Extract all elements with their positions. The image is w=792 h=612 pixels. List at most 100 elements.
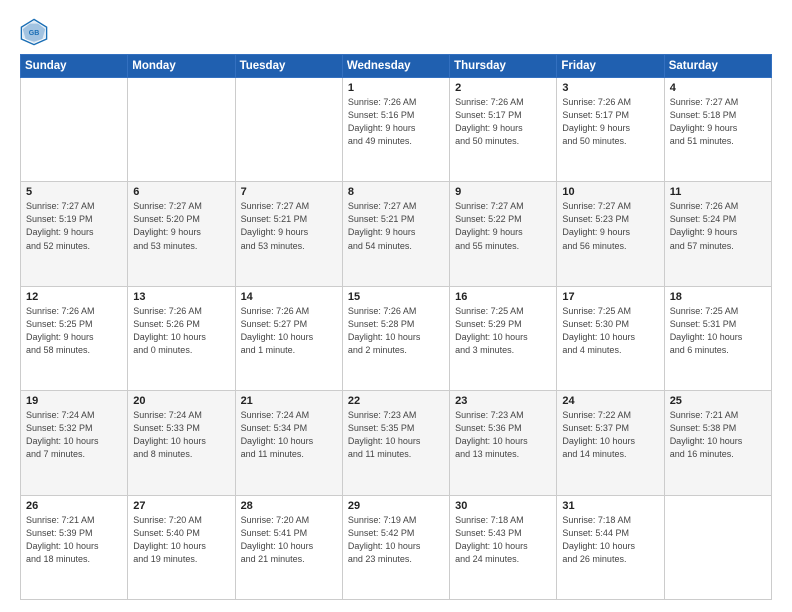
calendar-cell: 9Sunrise: 7:27 AM Sunset: 5:22 PM Daylig… — [450, 182, 557, 286]
calendar-cell: 18 Sunrise: 7:25 AM Sunset: 5:31 PM Dayli… — [664, 286, 771, 390]
day-info: Sunrise: 7:27 AM Sunset: 5:21 PM Dayligh… — [241, 200, 337, 252]
day-info: Sunrise: 7:23 AM Sunset: 5:35 PM Dayligh… — [348, 409, 444, 461]
day-number: 5 — [26, 186, 122, 198]
svg-text:GB: GB — [29, 30, 40, 37]
day-number: 2 — [455, 82, 551, 94]
calendar-cell — [128, 78, 235, 182]
day-number: 3 — [562, 82, 658, 94]
weekday-header-saturday: Saturday — [664, 55, 771, 78]
weekday-header-wednesday: Wednesday — [342, 55, 449, 78]
day-number: 26 — [26, 500, 122, 512]
day-number: 29 — [348, 500, 444, 512]
day-info: Sunrise: 7:27 AM Sunset: 5:19 PM Dayligh… — [26, 200, 122, 252]
calendar-cell: 17 Sunrise: 7:25 AM Sunset: 5:30 PM Dayli… — [557, 286, 664, 390]
day-number: 22 — [348, 395, 444, 407]
calendar-cell: 31 Sunrise: 7:18 AM Sunset: 5:44 PM Dayli… — [557, 495, 664, 599]
day-info: Sunrise: 7:27 AM Sunset: 5:22 PM Dayligh… — [455, 200, 551, 252]
day-info: Sunrise: 7:25 AM Sunset: 5:31 PM Dayligh… — [670, 305, 766, 357]
day-number: 8 — [348, 186, 444, 198]
day-info: Sunrise: 7:18 AM Sunset: 5:44 PM Dayligh… — [562, 514, 658, 566]
weekday-header-monday: Monday — [128, 55, 235, 78]
calendar-cell: 8 Sunrise: 7:27 AM Sunset: 5:21 PM Daylig… — [342, 182, 449, 286]
calendar-cell: 26 Sunrise: 7:21 AM Sunset: 5:39 PM Dayli… — [21, 495, 128, 599]
day-info: Sunrise: 7:18 AM Sunset: 5:43 PM Dayligh… — [455, 514, 551, 566]
calendar-cell: 10 Sunrise: 7:27 AM Sunset: 5:23 PM Dayli… — [557, 182, 664, 286]
calendar-cell: 30 Sunrise: 7:18 AM Sunset: 5:43 PM Dayli… — [450, 495, 557, 599]
calendar-cell: 13 Sunrise: 7:26 AM Sunset: 5:26 PM Dayli… — [128, 286, 235, 390]
day-info: Sunrise: 7:25 AM Sunset: 5:30 PM Dayligh… — [562, 305, 658, 357]
calendar-week-2: 5 Sunrise: 7:27 AM Sunset: 5:19 PM Daylig… — [21, 182, 772, 286]
day-number: 7 — [241, 186, 337, 198]
day-number: 25 — [670, 395, 766, 407]
day-info: Sunrise: 7:19 AM Sunset: 5:42 PM Dayligh… — [348, 514, 444, 566]
calendar-cell: 14Sunrise: 7:26 AM Sunset: 5:27 PM Dayli… — [235, 286, 342, 390]
calendar-cell: 3 Sunrise: 7:26 AM Sunset: 5:17 PM Daylig… — [557, 78, 664, 182]
day-number: 13 — [133, 291, 229, 303]
day-info: Sunrise: 7:21 AM Sunset: 5:39 PM Dayligh… — [26, 514, 122, 566]
day-number: 12 — [26, 291, 122, 303]
day-number: 14 — [241, 291, 337, 303]
calendar-cell: 6 Sunrise: 7:27 AM Sunset: 5:20 PM Daylig… — [128, 182, 235, 286]
weekday-header-thursday: Thursday — [450, 55, 557, 78]
weekday-header-sunday: Sunday — [21, 55, 128, 78]
day-info: Sunrise: 7:26 AM Sunset: 5:25 PM Dayligh… — [26, 305, 122, 357]
calendar-table: SundayMondayTuesdayWednesdayThursdayFrid… — [20, 54, 772, 600]
calendar-cell: 24Sunrise: 7:22 AM Sunset: 5:37 PM Dayli… — [557, 391, 664, 495]
day-info: Sunrise: 7:26 AM Sunset: 5:28 PM Dayligh… — [348, 305, 444, 357]
calendar-week-1: 1 Sunrise: 7:26 AM Sunset: 5:16 PM Daylig… — [21, 78, 772, 182]
day-number: 30 — [455, 500, 551, 512]
day-info: Sunrise: 7:27 AM Sunset: 5:23 PM Dayligh… — [562, 200, 658, 252]
day-info: Sunrise: 7:24 AM Sunset: 5:32 PM Dayligh… — [26, 409, 122, 461]
calendar-header-row: SundayMondayTuesdayWednesdayThursdayFrid… — [21, 55, 772, 78]
day-number: 31 — [562, 500, 658, 512]
day-number: 21 — [241, 395, 337, 407]
day-number: 15 — [348, 291, 444, 303]
day-info: Sunrise: 7:20 AM Sunset: 5:40 PM Dayligh… — [133, 514, 229, 566]
day-info: Sunrise: 7:27 AM Sunset: 5:18 PM Dayligh… — [670, 96, 766, 148]
day-number: 20 — [133, 395, 229, 407]
header: GB — [20, 18, 772, 46]
calendar-cell: 2Sunrise: 7:26 AM Sunset: 5:17 PM Daylig… — [450, 78, 557, 182]
day-number: 16 — [455, 291, 551, 303]
calendar-cell: 5 Sunrise: 7:27 AM Sunset: 5:19 PM Daylig… — [21, 182, 128, 286]
day-number: 10 — [562, 186, 658, 198]
calendar-cell: 28Sunrise: 7:20 AM Sunset: 5:41 PM Dayli… — [235, 495, 342, 599]
calendar-cell: 27 Sunrise: 7:20 AM Sunset: 5:40 PM Dayli… — [128, 495, 235, 599]
day-number: 23 — [455, 395, 551, 407]
day-number: 1 — [348, 82, 444, 94]
day-info: Sunrise: 7:26 AM Sunset: 5:24 PM Dayligh… — [670, 200, 766, 252]
day-info: Sunrise: 7:25 AM Sunset: 5:29 PM Dayligh… — [455, 305, 551, 357]
day-info: Sunrise: 7:27 AM Sunset: 5:21 PM Dayligh… — [348, 200, 444, 252]
day-info: Sunrise: 7:26 AM Sunset: 5:16 PM Dayligh… — [348, 96, 444, 148]
day-number: 6 — [133, 186, 229, 198]
day-number: 18 — [670, 291, 766, 303]
calendar-cell: 15 Sunrise: 7:26 AM Sunset: 5:28 PM Dayli… — [342, 286, 449, 390]
day-number: 24 — [562, 395, 658, 407]
day-number: 19 — [26, 395, 122, 407]
day-info: Sunrise: 7:23 AM Sunset: 5:36 PM Dayligh… — [455, 409, 551, 461]
weekday-header-friday: Friday — [557, 55, 664, 78]
calendar-week-3: 12 Sunrise: 7:26 AM Sunset: 5:25 PM Dayli… — [21, 286, 772, 390]
day-info: Sunrise: 7:24 AM Sunset: 5:34 PM Dayligh… — [241, 409, 337, 461]
day-number: 27 — [133, 500, 229, 512]
calendar-cell: 4Sunrise: 7:27 AM Sunset: 5:18 PM Daylig… — [664, 78, 771, 182]
day-info: Sunrise: 7:26 AM Sunset: 5:26 PM Dayligh… — [133, 305, 229, 357]
calendar-cell: 25 Sunrise: 7:21 AM Sunset: 5:38 PM Dayli… — [664, 391, 771, 495]
day-number: 17 — [562, 291, 658, 303]
calendar-cell: 29 Sunrise: 7:19 AM Sunset: 5:42 PM Dayli… — [342, 495, 449, 599]
calendar-week-4: 19 Sunrise: 7:24 AM Sunset: 5:32 PM Dayli… — [21, 391, 772, 495]
day-info: Sunrise: 7:24 AM Sunset: 5:33 PM Dayligh… — [133, 409, 229, 461]
logo: GB — [20, 18, 52, 46]
day-number: 28 — [241, 500, 337, 512]
calendar-cell — [664, 495, 771, 599]
logo-icon: GB — [20, 18, 48, 46]
day-info: Sunrise: 7:26 AM Sunset: 5:17 PM Dayligh… — [562, 96, 658, 148]
day-info: Sunrise: 7:27 AM Sunset: 5:20 PM Dayligh… — [133, 200, 229, 252]
day-info: Sunrise: 7:21 AM Sunset: 5:38 PM Dayligh… — [670, 409, 766, 461]
calendar-cell: 19 Sunrise: 7:24 AM Sunset: 5:32 PM Dayli… — [21, 391, 128, 495]
calendar-cell — [235, 78, 342, 182]
calendar-week-5: 26 Sunrise: 7:21 AM Sunset: 5:39 PM Dayli… — [21, 495, 772, 599]
calendar-cell: 22 Sunrise: 7:23 AM Sunset: 5:35 PM Dayli… — [342, 391, 449, 495]
day-number: 11 — [670, 186, 766, 198]
calendar-cell: 20 Sunrise: 7:24 AM Sunset: 5:33 PM Dayli… — [128, 391, 235, 495]
